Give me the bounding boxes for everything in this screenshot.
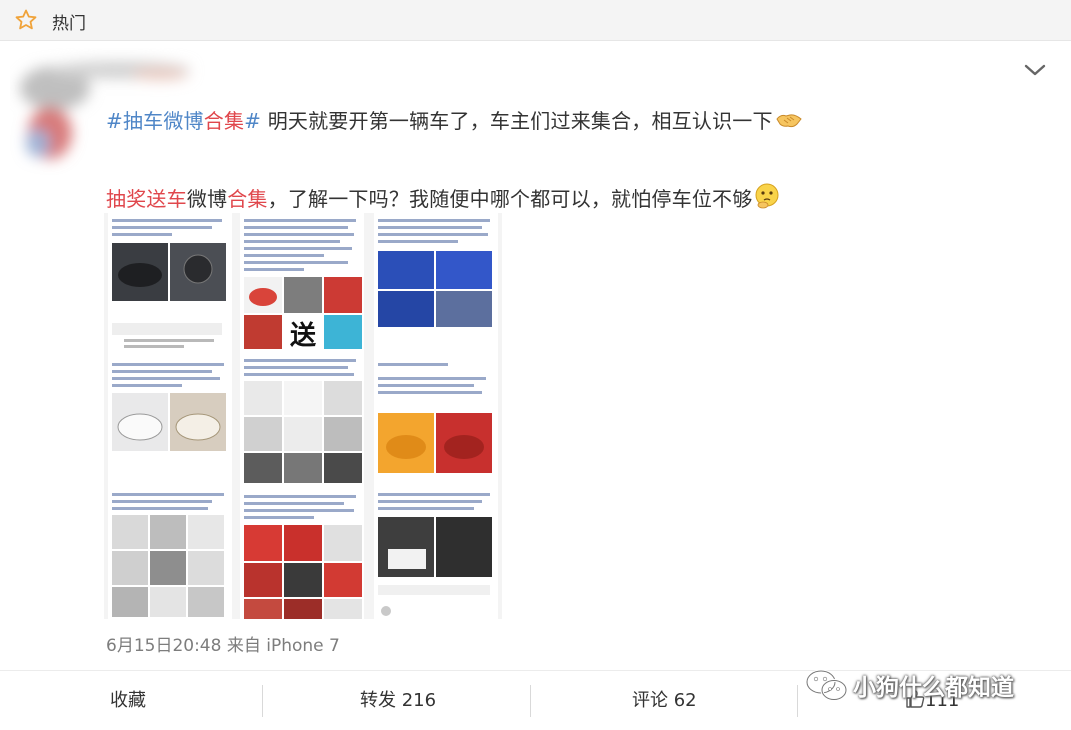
top-bar: 热门 [0,0,1071,41]
divider [262,685,263,717]
post-image-collage[interactable]: 送 [104,213,502,619]
divider [530,685,531,717]
highlight-text-1: 抽奖送车 [106,187,187,211]
watermark-text: 小狗什么都知道 [853,675,1014,701]
thinking-emoji-icon [755,183,779,209]
star-icon[interactable] [14,8,38,32]
divider [797,685,798,717]
highlight-text-2: 合集 [227,187,268,211]
wechat-icon [805,669,848,701]
repost-button[interactable]: 转发 216 [360,686,436,712]
post-meta-time-source: 6月15日20:48 来自 iPhone 7 [106,636,340,656]
post-text-line-2: 抽奖送车微博合集，了解一下吗？我随便中哪个都可以，就怕停车位不够 [106,183,780,212]
favorite-button[interactable]: 收藏 [110,686,146,712]
handshake-emoji-icon [776,114,802,128]
post-text: 明天就要开第一辆车了，车主们过来集合，相互认识一下 [261,109,773,133]
comment-button[interactable]: 评论 62 [632,686,697,712]
page-title: 热门 [52,14,86,34]
image-song-text: 送 [290,321,316,351]
chevron-down-icon[interactable] [1024,62,1046,78]
post-text-line-1: #抽车微博合集# 明天就要开第一辆车了，车主们过来集合，相互认识一下 [106,105,803,134]
topic-link[interactable]: #抽车微博合集# [106,109,261,133]
